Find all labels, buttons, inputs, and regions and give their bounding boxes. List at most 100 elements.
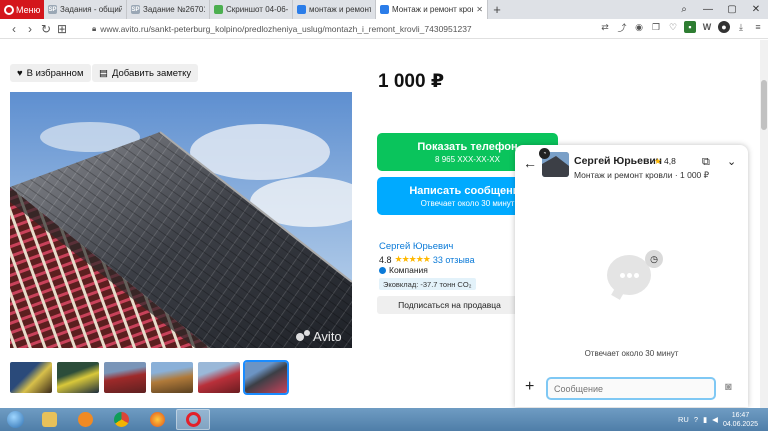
browser-tab-strip: Меню SP Задания - общий список SP Задани… <box>0 0 768 19</box>
favorite-button[interactable]: ♥ В избранном <box>10 64 91 82</box>
note-icon: ▤ <box>99 67 108 79</box>
add-note-button[interactable]: ▤ Добавить заметку <box>92 64 199 82</box>
maximize-icon[interactable]: ▢ <box>720 0 744 19</box>
bookmark-heart-icon[interactable]: ♡ <box>667 21 679 33</box>
chat-header: ← ◔ Сергей Юрьевич ★ 4,8 Монтаж и ремонт… <box>515 145 748 183</box>
clock-time: 16:47 <box>731 411 750 419</box>
seller-name-link[interactable]: Сергей Юрьевич <box>379 241 453 252</box>
tab-title: Задание №2670142 - про <box>143 5 205 14</box>
address-bar: ‹ › ↻ ⊞ 🔒︎ www.avito.ru/sankt-peterburg_… <box>0 19 768 39</box>
close-tab-icon[interactable]: ✕ <box>476 5 483 14</box>
chat-answer-time: Отвечает около 30 минут <box>584 349 679 358</box>
folder-icon <box>41 412 57 427</box>
extension-circle-icon[interactable]: ● <box>718 21 730 33</box>
tab-favicon-icon <box>380 5 389 14</box>
page-content: ♥ В избранном ▤ Добавить заметку 1 000 ₽ <box>0 40 768 408</box>
tab-favicon-icon: SP <box>131 5 140 14</box>
taskbar-chrome[interactable] <box>104 409 138 430</box>
message-input[interactable] <box>546 377 716 400</box>
tab-4[interactable]: монтаж и ремонт кровли <box>293 0 376 19</box>
camera-icon[interactable]: ◙ <box>725 381 732 393</box>
chevron-down-icon[interactable]: ⌄ <box>727 155 736 168</box>
tab-1[interactable]: SP Задания - общий список <box>44 0 127 19</box>
tab-title: Задания - общий список <box>60 5 122 14</box>
system-tray: RU ? ▮ ◀ 16:47 04.06.2025 <box>678 408 758 431</box>
new-tab-button[interactable]: + <box>488 0 506 19</box>
help-icon[interactable]: ? <box>694 415 698 424</box>
translate-icon[interactable]: ⇄ <box>599 21 611 33</box>
seller-rating: 4.8 ★★★★★ 33 отзыва <box>379 254 475 265</box>
lock-icon: 🔒︎ <box>92 23 97 33</box>
network-icon[interactable]: ▮ <box>703 415 707 424</box>
firefox-icon <box>149 412 165 427</box>
tab-2[interactable]: SP Задание №2670142 - про <box>127 0 210 19</box>
subscribe-button[interactable]: Подписаться на продавца <box>377 296 522 314</box>
taskbar-media-player[interactable] <box>68 409 102 430</box>
thumbnail-strip <box>10 360 289 395</box>
thumbnail-5[interactable] <box>198 362 240 393</box>
volume-icon[interactable]: ◀ <box>712 415 718 424</box>
extension-w-icon[interactable]: W <box>701 21 713 33</box>
windows-orb-icon <box>6 411 24 428</box>
minimize-icon[interactable]: — <box>696 0 720 19</box>
tabs-grid-icon[interactable]: ⊞ <box>54 22 70 36</box>
opera-logo-icon <box>4 4 14 15</box>
back-icon[interactable]: ‹ <box>6 22 22 36</box>
open-external-icon[interactable]: ⧉ <box>702 156 710 169</box>
extension-green-icon[interactable]: ▪ <box>684 21 696 33</box>
media-player-icon <box>77 412 93 427</box>
favorite-label: В избранном <box>26 67 84 79</box>
taskbar: RU ? ▮ ◀ 16:47 04.06.2025 <box>0 408 768 431</box>
chat-compose: + ◙ <box>515 373 748 407</box>
chat-rating: ★ 4,8 <box>654 156 676 166</box>
start-button[interactable] <box>0 408 30 431</box>
tab-title: монтаж и ремонт кровли <box>309 5 371 14</box>
thumbnail-4[interactable] <box>151 362 193 393</box>
heart-icon: ♥ <box>17 67 23 79</box>
tab-favicon-icon: SP <box>48 5 57 14</box>
tab-3[interactable]: Скриншот 04-06-2025 16: <box>210 0 293 19</box>
clock-date: 04.06.2025 <box>722 420 758 428</box>
tab-title: Скриншот 04-06-2025 16: <box>226 5 288 14</box>
search-tabs-icon[interactable]: ⌕ <box>672 0 696 19</box>
close-window-icon[interactable]: ✕ <box>744 0 768 19</box>
thumbnail-1[interactable] <box>10 362 52 393</box>
seller-type: Компания <box>379 265 428 275</box>
thumbnail-2[interactable] <box>57 362 99 393</box>
clock-icon: ◷ <box>645 250 663 268</box>
browser-menu-button[interactable]: Меню <box>0 0 44 19</box>
chrome-icon <box>113 412 129 427</box>
menu-label: Меню <box>16 4 41 15</box>
download-icon[interactable]: ⤓ <box>735 21 747 33</box>
rating-stars-icon: ★★★★★ <box>394 254 431 264</box>
taskbar-opera[interactable] <box>176 409 210 430</box>
tab-5-active[interactable]: Монтаж и ремонт кровли ✕ <box>376 0 488 19</box>
eco-badge[interactable]: Эковклад: -37.7 тонн CO₂ <box>379 278 476 290</box>
taskbar-firefox[interactable] <box>140 409 174 430</box>
opera-icon <box>185 412 201 427</box>
reload-icon[interactable]: ↻ <box>38 22 54 36</box>
share-icon[interactable]: ⤴ <box>616 21 628 33</box>
back-arrow-icon[interactable]: ← <box>523 155 537 171</box>
language-indicator[interactable]: RU <box>678 415 689 424</box>
attach-plus-icon[interactable]: + <box>525 378 534 396</box>
menu-lines-icon[interactable]: ≡ <box>752 21 764 33</box>
url-text: www.avito.ru/sankt-peterburg_kolpino/pre… <box>100 23 472 34</box>
extensions-bar: ⇄ ⤴ ◉ ❐ ♡ ▪ W ● ⤓ ≡ <box>599 21 764 33</box>
url-field[interactable]: 🔒︎ www.avito.ru/sankt-peterburg_kolpino/… <box>92 24 472 34</box>
thumbnail-6-selected[interactable] <box>243 360 289 395</box>
chat-panel: ← ◔ Сергей Юрьевич ★ 4,8 Монтаж и ремонт… <box>515 145 748 407</box>
clock[interactable]: 16:47 04.06.2025 <box>723 411 758 429</box>
forward-icon[interactable]: › <box>22 22 38 36</box>
camera-icon[interactable]: ◉ <box>633 21 645 33</box>
roof-photo-image: Avito <box>10 92 352 348</box>
reviews-link[interactable]: 33 отзыва <box>433 255 475 265</box>
taskbar-explorer[interactable] <box>32 409 66 430</box>
page-scrollbar[interactable] <box>760 40 768 408</box>
chat-subtitle: Монтаж и ремонт кровли · 1 000 ₽ <box>574 170 710 180</box>
main-photo[interactable]: Avito <box>10 92 352 348</box>
tab-favicon-icon <box>297 5 306 14</box>
copy-icon[interactable]: ❐ <box>650 21 662 33</box>
online-badge-icon: ◔ <box>539 148 550 159</box>
thumbnail-3[interactable] <box>104 362 146 393</box>
